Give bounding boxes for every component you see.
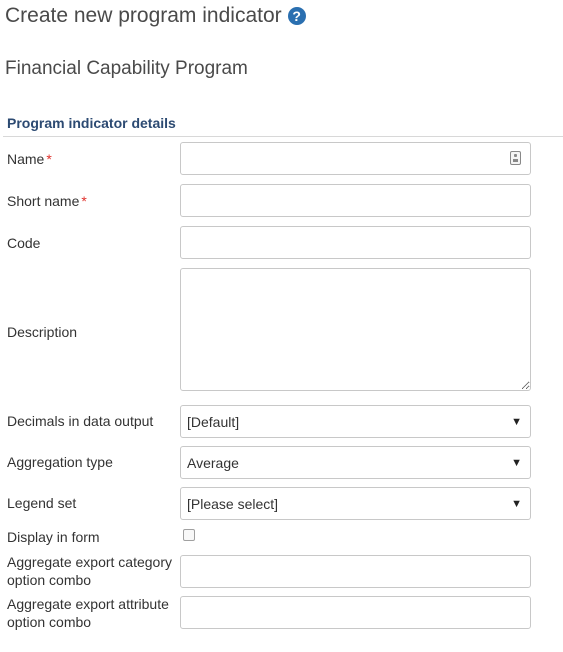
required-mark: * xyxy=(81,193,87,209)
description-label: Description xyxy=(7,324,78,340)
description-textarea[interactable] xyxy=(180,268,531,391)
display-in-form-label: Display in form xyxy=(7,529,100,545)
name-label-text: Name xyxy=(7,151,45,167)
legend-set-selected-value: [Please select] xyxy=(187,495,279,512)
display-in-form-checkbox[interactable] xyxy=(183,529,195,541)
chevron-down-icon: ▼ xyxy=(511,497,522,510)
decimals-label: Decimals in data output xyxy=(7,413,154,429)
aggregation-type-select[interactable]: Average ▼ xyxy=(180,446,531,479)
short-name-label: Short name * xyxy=(7,192,87,210)
section-title: Program indicator details xyxy=(7,115,176,131)
agg-export-category-label: Aggregate export category option combo xyxy=(7,554,172,588)
program-name: Financial Capability Program xyxy=(5,58,248,79)
chevron-down-icon: ▼ xyxy=(511,415,522,428)
code-label: Code xyxy=(7,235,41,251)
short-name-label-text: Short name xyxy=(7,193,80,209)
section-divider xyxy=(3,136,563,137)
decimals-select[interactable]: [Default] ▼ xyxy=(180,405,531,438)
decimals-selected-value: [Default] xyxy=(187,413,240,430)
name-field-wrapper xyxy=(180,142,531,175)
agg-export-attribute-input[interactable] xyxy=(180,596,531,629)
agg-export-category-input[interactable] xyxy=(180,555,531,588)
name-input[interactable] xyxy=(180,142,531,175)
chevron-down-icon: ▼ xyxy=(511,456,522,469)
translate-icon[interactable] xyxy=(510,151,521,165)
name-label: Name * xyxy=(7,150,52,168)
page-title: Create new program indicator ? xyxy=(5,4,306,28)
aggregation-type-selected-value: Average xyxy=(187,454,239,471)
legend-set-select[interactable]: [Please select] ▼ xyxy=(180,487,531,520)
agg-export-attribute-label: Aggregate export attribute option combo xyxy=(7,596,169,630)
short-name-input[interactable] xyxy=(180,184,531,217)
page-title-text: Create new program indicator xyxy=(5,4,282,27)
aggregation-type-label: Aggregation type xyxy=(7,454,113,470)
help-icon[interactable]: ? xyxy=(287,7,306,25)
required-mark: * xyxy=(46,151,52,167)
legend-set-label: Legend set xyxy=(7,495,77,511)
code-input[interactable] xyxy=(180,226,531,259)
